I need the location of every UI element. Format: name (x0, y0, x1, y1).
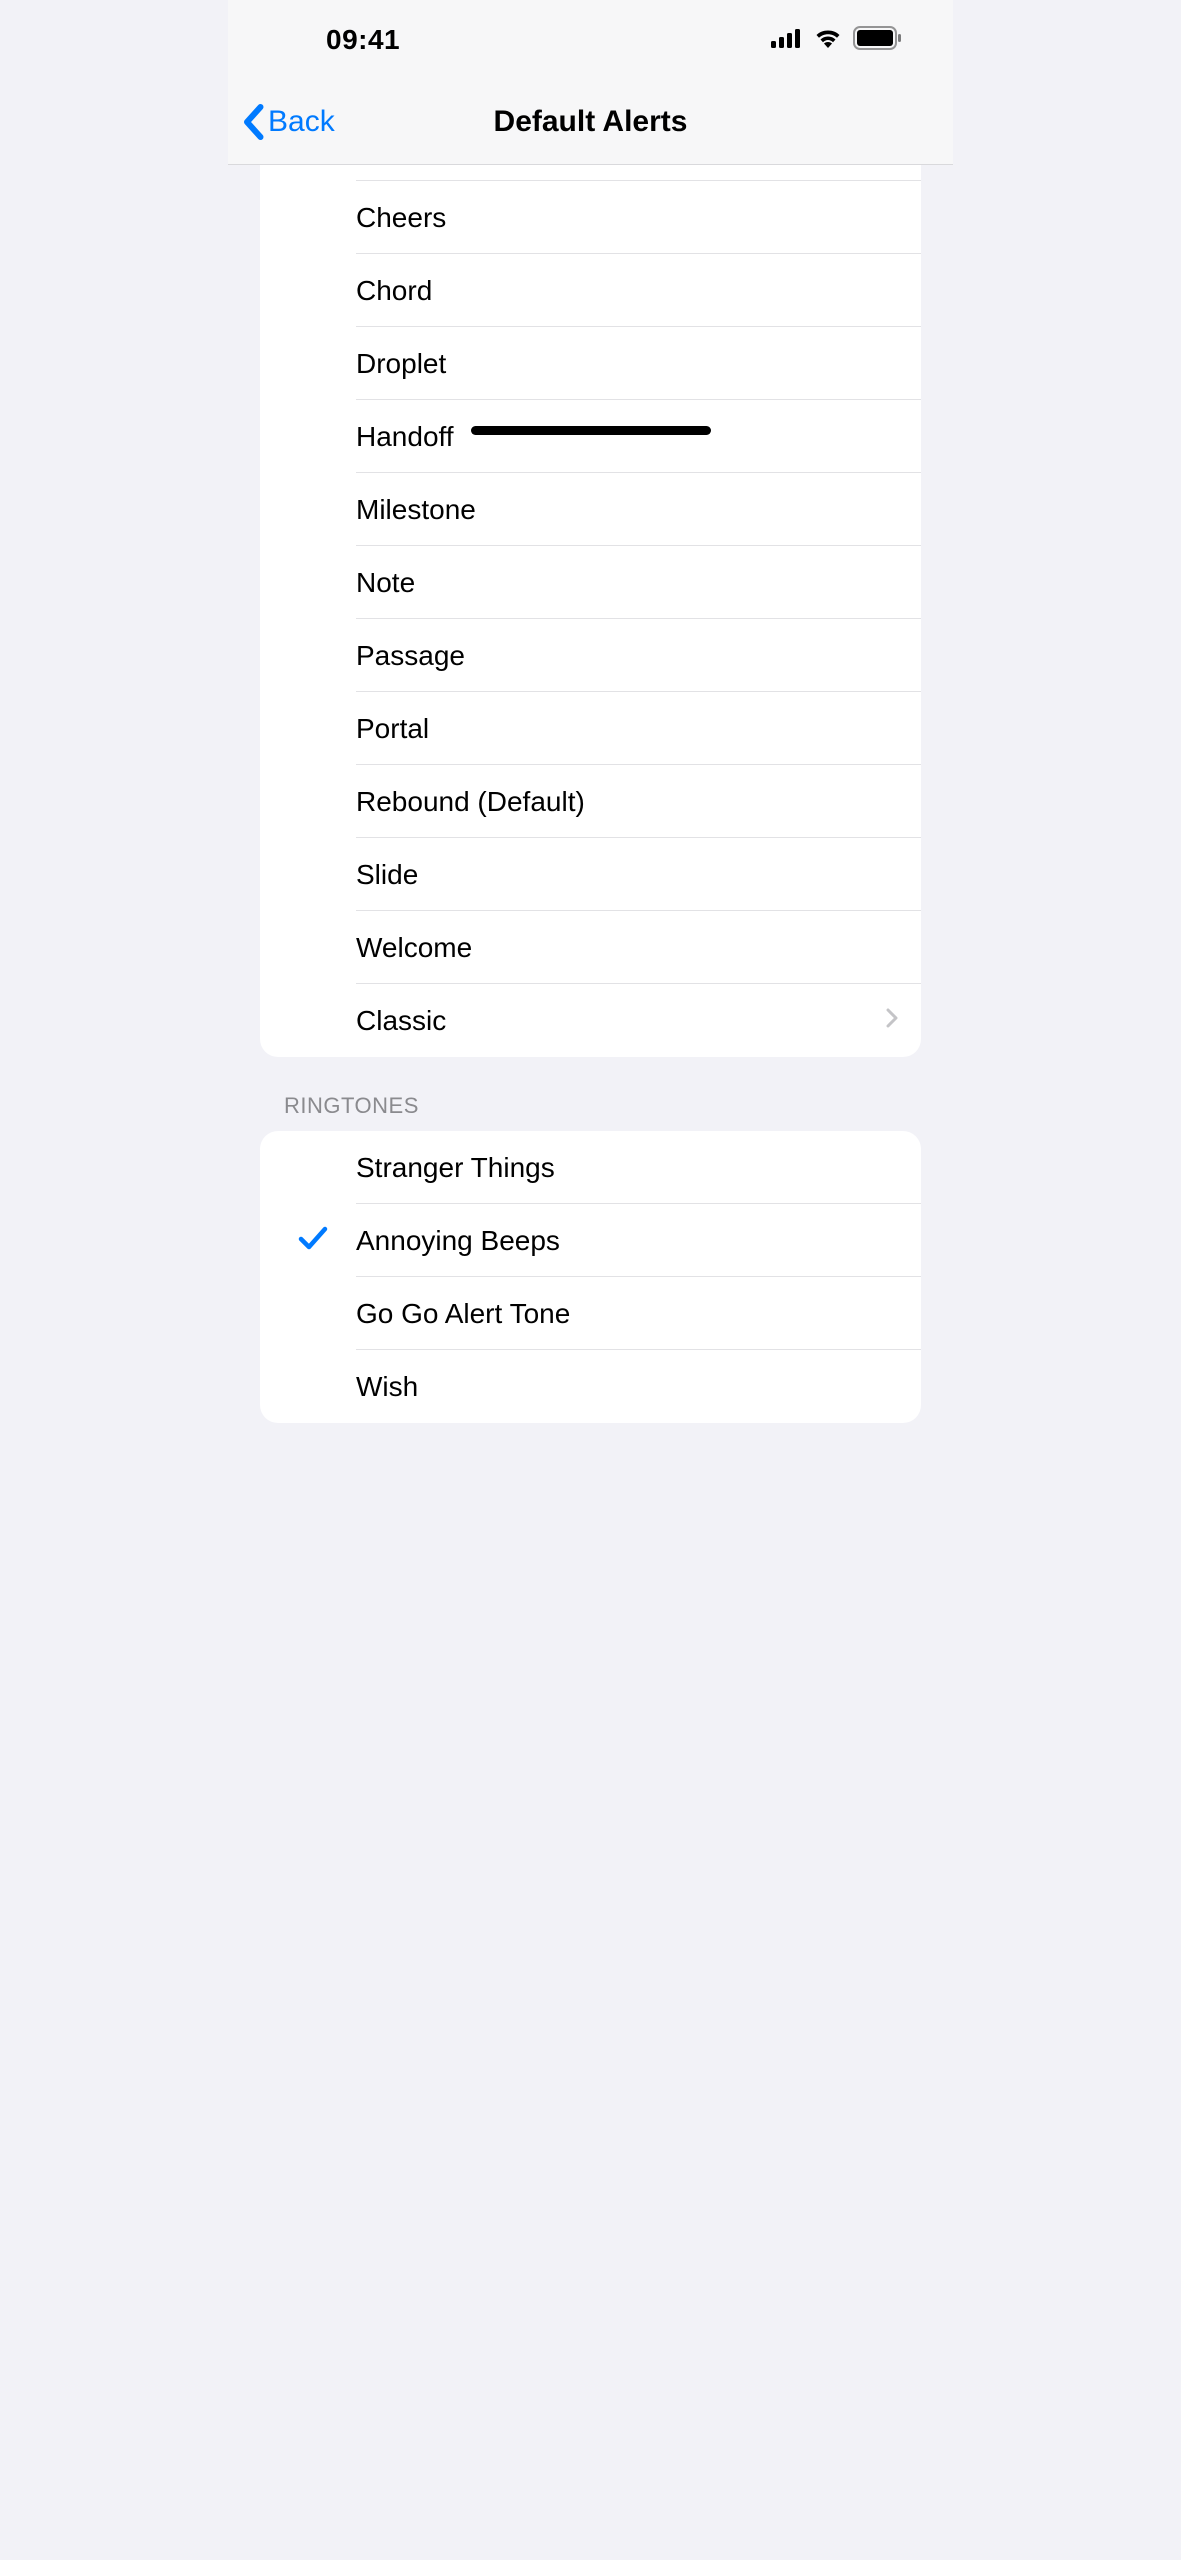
back-button[interactable]: Back (242, 104, 335, 140)
checkmark-icon (298, 1225, 328, 1256)
tone-note[interactable]: Note (260, 546, 921, 619)
row-label: Chord (356, 275, 432, 307)
row-label: Milestone (356, 494, 476, 526)
tone-passage[interactable]: Passage (260, 619, 921, 692)
row-label: Wish (356, 1371, 418, 1403)
status-time: 09:41 (276, 24, 400, 56)
back-label: Back (268, 105, 335, 139)
tone-chord[interactable]: Chord (260, 254, 921, 327)
alert-tones-list: Cheers Chord Droplet Handoff Milestone N… (260, 165, 921, 1057)
tone-milestone[interactable]: Milestone (260, 473, 921, 546)
page-title: Default Alerts (494, 105, 688, 139)
row-label: Stranger Things (356, 1152, 555, 1184)
tone-portal[interactable]: Portal (260, 692, 921, 765)
ringtone-wish[interactable]: Wish (260, 1350, 921, 1423)
row-label: Annoying Beeps (356, 1225, 560, 1257)
list-item-partial[interactable] (260, 165, 921, 181)
row-label: Passage (356, 640, 465, 672)
nav-bar: Back Default Alerts (228, 80, 953, 165)
status-icons (771, 26, 903, 55)
cellular-signal-icon (771, 28, 803, 53)
row-label: Rebound (Default) (356, 786, 585, 818)
tone-cheers[interactable]: Cheers (260, 181, 921, 254)
tone-slide[interactable]: Slide (260, 838, 921, 911)
wifi-icon (813, 27, 843, 54)
tone-classic[interactable]: Classic (260, 984, 921, 1057)
battery-icon (853, 26, 903, 55)
row-label: Cheers (356, 202, 446, 234)
status-bar: 09:41 (228, 0, 953, 80)
row-label: Note (356, 567, 415, 599)
chevron-right-icon (885, 1006, 899, 1035)
row-label: Portal (356, 713, 429, 745)
tone-droplet[interactable]: Droplet (260, 327, 921, 400)
ringtone-go-go-alert-tone[interactable]: Go Go Alert Tone (260, 1277, 921, 1350)
tone-rebound[interactable]: Rebound (Default) (260, 765, 921, 838)
row-label: Handoff (356, 421, 454, 453)
tone-welcome[interactable]: Welcome (260, 911, 921, 984)
ringtone-annoying-beeps[interactable]: Annoying Beeps (260, 1204, 921, 1277)
ringtones-header: RINGTONES (228, 1057, 953, 1131)
chevron-left-icon (242, 104, 264, 140)
row-label: Slide (356, 859, 418, 891)
home-indicator[interactable] (471, 426, 711, 435)
row-label: Classic (356, 1005, 446, 1037)
row-label: Go Go Alert Tone (356, 1298, 570, 1330)
row-label: Droplet (356, 348, 446, 380)
ringtones-list: Stranger Things Annoying Beeps Go Go Ale… (260, 1131, 921, 1423)
tone-handoff[interactable]: Handoff (260, 400, 921, 473)
row-label: Welcome (356, 932, 472, 964)
ringtone-stranger-things[interactable]: Stranger Things (260, 1131, 921, 1204)
